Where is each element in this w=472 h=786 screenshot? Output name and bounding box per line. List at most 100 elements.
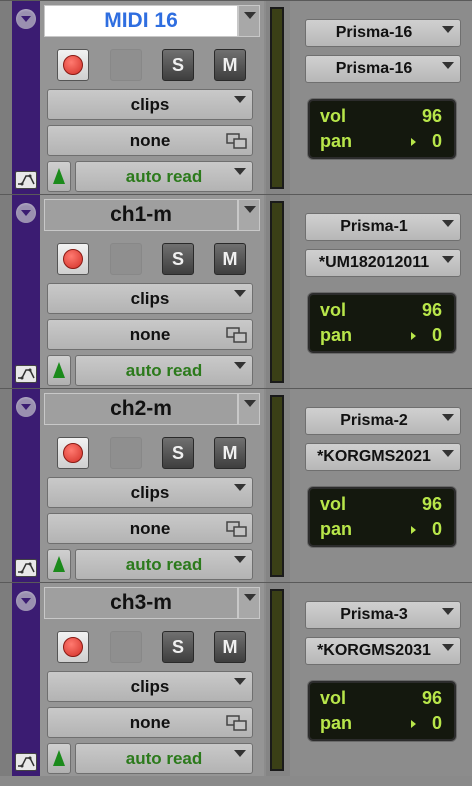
pan-row[interactable]: pan 0	[320, 129, 444, 153]
automation-mode-selector[interactable]: auto read	[75, 549, 253, 580]
playlist-selector[interactable]: clips	[47, 671, 253, 702]
waveform-icon[interactable]	[15, 753, 37, 771]
track-name-field[interactable]: ch2-m	[44, 393, 238, 425]
automation-mode-label: auto read	[125, 166, 203, 186]
output-selector[interactable]: Prisma-2	[305, 407, 461, 435]
input-monitor-button[interactable]	[110, 243, 142, 275]
track-controls-panel: MIDI 16 S M clips none auto read	[40, 1, 264, 194]
level-meter	[270, 589, 284, 771]
mute-button[interactable]: M	[214, 243, 246, 275]
waveform-icon[interactable]	[15, 365, 37, 383]
pan-row[interactable]: pan 0	[320, 517, 444, 541]
group-selector[interactable]: none	[47, 125, 253, 156]
input-selector[interactable]: Prisma-16	[305, 55, 461, 83]
output-selector[interactable]: Prisma-1	[305, 213, 461, 241]
pan-arrow-icon	[411, 332, 416, 340]
playlist-label: clips	[130, 482, 170, 502]
mute-button[interactable]: M	[214, 49, 246, 81]
group-label: none	[129, 324, 171, 344]
volume-pan-display: vol 96 pan 0	[308, 293, 456, 353]
volume-row[interactable]: vol 96	[320, 492, 444, 516]
input-selector[interactable]: *UM182012011	[305, 249, 461, 277]
volume-label: vol	[320, 688, 347, 708]
track-name-menu-button[interactable]	[238, 5, 260, 37]
pan-value: 0	[431, 325, 442, 345]
track-name-menu-button[interactable]	[238, 199, 260, 231]
input-selector[interactable]: *KORGMS2021	[305, 443, 461, 471]
track-name-field[interactable]: MIDI 16	[44, 5, 238, 37]
output-selector[interactable]: Prisma-16	[305, 19, 461, 47]
playlist-selector[interactable]: clips	[47, 477, 253, 508]
solo-button[interactable]: S	[162, 631, 194, 663]
automation-mode-selector[interactable]: auto read	[75, 743, 253, 774]
input-monitor-button[interactable]	[110, 49, 142, 81]
volume-row[interactable]: vol 96	[320, 686, 444, 710]
input-monitor-button[interactable]	[110, 437, 142, 469]
group-selector[interactable]: none	[47, 513, 253, 544]
input-monitor-button[interactable]	[110, 631, 142, 663]
chevron-down-icon	[442, 414, 454, 421]
chevron-down-icon	[234, 484, 246, 491]
volume-row[interactable]: vol 96	[320, 298, 444, 322]
automation-icon[interactable]	[47, 549, 71, 580]
volume-row[interactable]: vol 96	[320, 104, 444, 128]
automation-mode-selector[interactable]: auto read	[75, 355, 253, 386]
automation-mode-label: auto read	[125, 748, 203, 768]
solo-button[interactable]: S	[162, 49, 194, 81]
pan-row[interactable]: pan 0	[320, 711, 444, 735]
track: ch1-m S M clips none auto read Prisma-1 …	[0, 194, 472, 388]
volume-value: 96	[421, 688, 442, 708]
window-icon	[226, 521, 247, 537]
chevron-down-icon[interactable]	[16, 397, 36, 417]
volume-pan-display: vol 96 pan 0	[308, 681, 456, 741]
automation-mode-label: auto read	[125, 360, 203, 380]
chevron-down-icon	[234, 168, 246, 175]
solo-button[interactable]: S	[162, 437, 194, 469]
track-color-strip[interactable]	[12, 195, 40, 388]
input-selector[interactable]: *KORGMS2031	[305, 637, 461, 665]
window-icon	[226, 327, 247, 343]
waveform-icon[interactable]	[15, 171, 37, 189]
automation-icon[interactable]	[47, 355, 71, 386]
playlist-selector[interactable]: clips	[47, 283, 253, 314]
track-color-strip[interactable]	[12, 1, 40, 194]
record-arm-button[interactable]	[57, 49, 89, 81]
record-arm-button[interactable]	[57, 243, 89, 275]
chevron-down-icon[interactable]	[16, 591, 36, 611]
chevron-down-icon[interactable]	[16, 203, 36, 223]
pan-value: 0	[431, 519, 442, 539]
record-arm-button[interactable]	[57, 631, 89, 663]
track-name-field[interactable]: ch1-m	[44, 199, 238, 231]
mute-button[interactable]: M	[214, 437, 246, 469]
record-arm-button[interactable]	[57, 437, 89, 469]
output-selector[interactable]: Prisma-3	[305, 601, 461, 629]
automation-icon[interactable]	[47, 743, 71, 774]
automation-icon[interactable]	[47, 161, 71, 192]
volume-value: 96	[421, 106, 442, 126]
track-color-strip[interactable]	[12, 583, 40, 776]
mute-button[interactable]: M	[214, 631, 246, 663]
window-icon	[226, 133, 247, 149]
chevron-down-icon	[234, 96, 246, 103]
group-selector[interactable]: none	[47, 319, 253, 350]
track-name-menu-button[interactable]	[238, 587, 260, 619]
automation-mode-selector[interactable]: auto read	[75, 161, 253, 192]
pan-row[interactable]: pan 0	[320, 323, 444, 347]
track-color-strip[interactable]	[12, 389, 40, 582]
solo-button[interactable]: S	[162, 243, 194, 275]
track-controls-panel: ch3-m S M clips none auto read	[40, 583, 264, 776]
volume-pan-display: vol 96 pan 0	[308, 99, 456, 159]
track: MIDI 16 S M clips none auto read Prisma-…	[0, 0, 472, 194]
waveform-icon[interactable]	[15, 559, 37, 577]
track-name-menu-button[interactable]	[238, 393, 260, 425]
chevron-down-icon[interactable]	[16, 9, 36, 29]
group-selector[interactable]: none	[47, 707, 253, 738]
level-meter	[270, 395, 284, 577]
playlist-label: clips	[130, 676, 170, 696]
pan-arrow-icon	[411, 138, 416, 146]
track-name-field[interactable]: ch3-m	[44, 587, 238, 619]
playlist-selector[interactable]: clips	[47, 89, 253, 120]
chevron-down-icon	[442, 644, 454, 651]
record-icon	[63, 55, 83, 75]
chevron-down-icon	[234, 750, 246, 757]
